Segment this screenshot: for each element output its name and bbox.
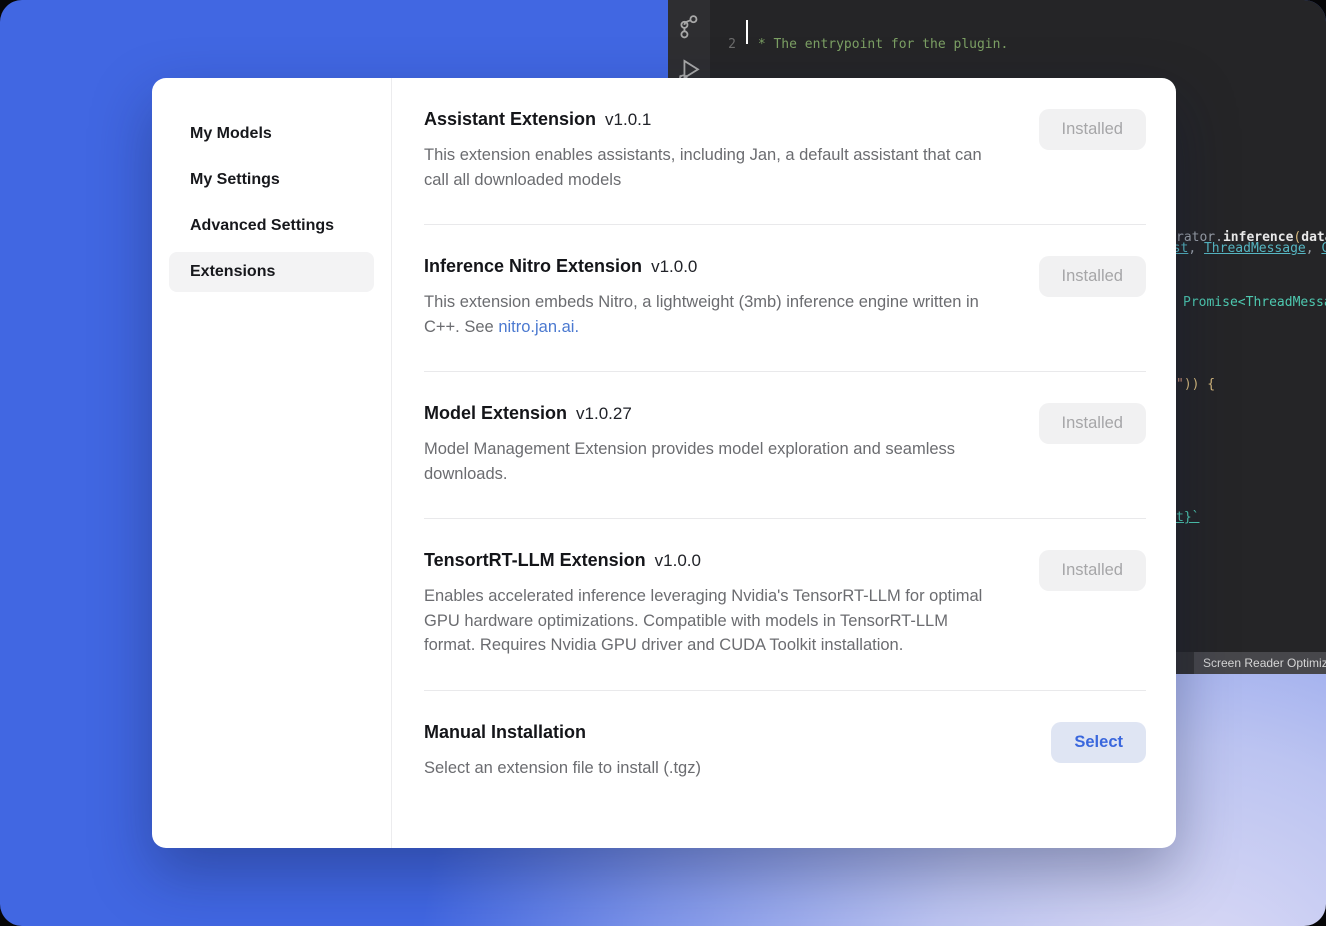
installed-button[interactable]: Installed: [1039, 109, 1146, 150]
extension-description: Enables accelerated inference leveraging…: [424, 584, 1002, 658]
extension-row-inference-nitro: Inference Nitro Extension v1.0.0 This ext…: [424, 225, 1146, 372]
code-text: ": [1176, 377, 1184, 392]
code-text: )) {: [1184, 377, 1215, 392]
extension-info: Model Extension v1.0.27 Model Management …: [424, 403, 1002, 486]
extension-info: Manual Installation Select an extension …: [424, 722, 701, 781]
code-fragment: rator.inference(data));: [1176, 230, 1326, 245]
extension-title: Assistant Extension: [424, 109, 596, 129]
sidebar-item-advanced-settings[interactable]: Advanced Settings: [169, 206, 374, 246]
screen-reader-optimized-badge[interactable]: Screen Reader Optimize: [1194, 652, 1326, 674]
installed-button[interactable]: Installed: [1039, 550, 1146, 591]
extension-version: v1.0.27: [576, 404, 632, 423]
extension-version: v1.0.1: [605, 110, 651, 129]
code-fragment: ")) {: [1176, 377, 1215, 392]
extension-info: TensortRT-LLM Extension v1.0.0 Enables ac…: [424, 550, 1002, 658]
code-fragment: t}`: [1176, 510, 1199, 525]
settings-modal: My Models My Settings Advanced Settings …: [152, 78, 1176, 848]
sidebar-item-extensions[interactable]: Extensions: [169, 252, 374, 292]
extension-row-assistant: Assistant Extension v1.0.1 This extension…: [424, 78, 1146, 225]
sidebar-item-my-settings[interactable]: My Settings: [169, 160, 374, 200]
extension-description: This extension embeds Nitro, a lightweig…: [424, 290, 1002, 339]
extension-title: TensortRT-LLM Extension: [424, 550, 646, 570]
select-button[interactable]: Select: [1051, 722, 1146, 763]
source-control-icon[interactable]: [676, 13, 703, 40]
installed-button[interactable]: Installed: [1039, 403, 1146, 444]
extension-description: Model Management Extension provides mode…: [424, 437, 1002, 486]
text-cursor: [746, 20, 748, 44]
line-number: 2: [710, 36, 736, 53]
extensions-panel: Assistant Extension v1.0.1 This extension…: [392, 78, 1176, 848]
code-text: data: [1301, 230, 1326, 245]
settings-sidebar: My Models My Settings Advanced Settings …: [152, 78, 392, 848]
code-text: inference: [1223, 230, 1293, 245]
extension-description: Select an extension file to install (.tg…: [424, 756, 701, 781]
sidebar-item-my-models[interactable]: My Models: [169, 114, 374, 154]
nitro-jan-ai-link[interactable]: nitro.jan.ai.: [498, 318, 579, 336]
code-text: rator.: [1176, 230, 1223, 245]
code-line: 2 * The entrypoint for the plugin.: [710, 36, 1326, 53]
extension-row-model: Model Extension v1.0.27 Model Management …: [424, 372, 1146, 519]
extension-title: Manual Installation: [424, 722, 586, 742]
code-comment: * The entrypoint for the plugin.: [750, 37, 1008, 52]
extension-info: Assistant Extension v1.0.1 This extension…: [424, 109, 1002, 192]
extension-version: v1.0.0: [651, 257, 697, 276]
extension-row-tensorrt-llm: TensortRT-LLM Extension v1.0.0 Enables ac…: [424, 519, 1146, 691]
installed-button[interactable]: Installed: [1039, 256, 1146, 297]
extension-title: Model Extension: [424, 403, 567, 423]
extension-title: Inference Nitro Extension: [424, 256, 642, 276]
extension-description: This extension enables assistants, inclu…: [424, 143, 1002, 192]
extension-version: v1.0.0: [655, 551, 701, 570]
app-window: 2 * The entrypoint for the plugin. 3 */ …: [0, 0, 1326, 926]
code-text: Promise<ThreadMessage>: [1183, 295, 1326, 310]
extension-row-manual-installation: Manual Installation Select an extension …: [424, 691, 1146, 813]
extension-info: Inference Nitro Extension v1.0.0 This ext…: [424, 256, 1002, 339]
code-fragment: Promise<ThreadMessage>: [1183, 295, 1326, 310]
code-text: t}`: [1176, 510, 1199, 525]
